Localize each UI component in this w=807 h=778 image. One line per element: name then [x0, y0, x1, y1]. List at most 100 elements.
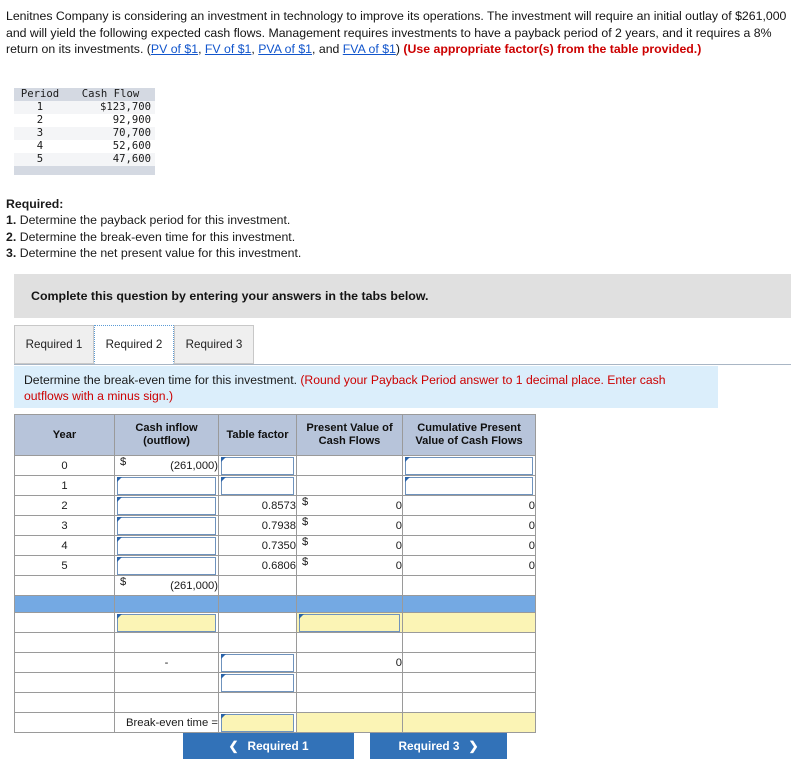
next-required-label: Required 3 [398, 739, 460, 753]
extra-row-factor-cell [218, 672, 297, 693]
grid-pv-1-cell [296, 475, 403, 496]
grid-year-2: 2 [14, 495, 115, 516]
intro-sep3: , and [312, 42, 343, 57]
intro-sep1: , [198, 42, 205, 57]
grid-pv-5: $ 0 [296, 555, 403, 576]
fv-of-1-link[interactable]: FV of $1 [205, 42, 251, 56]
table-row: 1 $123,700 [14, 101, 155, 114]
table-row: 4 0.7350 $ 0 0 [14, 535, 536, 556]
grid-cash-2-cell [114, 495, 219, 516]
grid-total-dollar: $ [120, 576, 127, 588]
extra-row-cum-cell [402, 672, 536, 693]
pv-of-1-link[interactable]: PV of $1 [151, 42, 198, 56]
pva-of-1-link[interactable]: PVA of $1 [258, 42, 312, 56]
grid-cum-1-cell [402, 475, 536, 496]
required-heading: Required: [6, 197, 64, 211]
grid-total-cum-cell [402, 575, 536, 596]
yellow-row-cum-cell [402, 612, 536, 633]
cash-flow-period: 3 [36, 127, 44, 139]
grid-cash-3-input[interactable] [117, 516, 216, 535]
tab-required-1[interactable]: Required 1 [14, 325, 94, 364]
spacer-cell [114, 692, 219, 713]
tab-strip: Required 1 Required 2 Required 3 [14, 325, 791, 365]
yellow-row-cash-cell [114, 612, 219, 633]
grid-factor-2: 0.8573 [218, 495, 297, 516]
required-item-3-text: Determine the net present value for this… [19, 246, 302, 261]
previous-required-button[interactable]: ❮ Required 1 [183, 733, 354, 759]
tab-required-3[interactable]: Required 3 [174, 325, 254, 364]
required-item-3: 3. Determine the net present value for t… [6, 245, 506, 261]
grid-factor-0-input[interactable] [221, 456, 294, 475]
grid-body: 0 $ (261,000) 1 2 0.8573 $ 0 0 3 0.7938 … [14, 455, 536, 733]
grid-pv-5-dollar: $ [302, 556, 309, 568]
grid-header-cash-line2: (outflow) [143, 435, 190, 447]
grid-pv-0-cell [296, 455, 403, 476]
required-item-2: 2. Determine the break-even time for thi… [6, 229, 506, 245]
previous-required-label: Required 1 [247, 739, 309, 753]
grid-header-cash-line1: Cash inflow [135, 422, 198, 434]
required-item-1-text: Determine the payback period for this in… [19, 213, 291, 228]
grid-cum-0-input[interactable] [405, 456, 533, 475]
grid-header-cum-line2: Value of Cash Flows [415, 435, 523, 447]
break-even-year-cell [14, 712, 115, 733]
grid-header-cum-line1: Cumulative Present [417, 422, 521, 434]
tab-required-3-label: Required 3 [185, 338, 243, 351]
grid-total-year-cell [14, 575, 115, 596]
dash-row-label: - [114, 652, 219, 673]
grid-header-table-factor: Table factor [218, 414, 297, 456]
cash-flow-table: Period Cash Flow 1 $123,700 2 92,900 3 7… [14, 88, 155, 175]
break-even-time-input[interactable] [221, 713, 294, 732]
extra-row-factor-input[interactable] [221, 673, 294, 692]
grid-header-year: Year [14, 414, 115, 456]
fva-of-1-link[interactable]: FVA of $1 [343, 42, 396, 56]
break-even-label: Break-even time = [114, 712, 219, 733]
problem-statement: Lenitnes Company is considering an inves… [6, 8, 801, 58]
table-row: 2 92,900 [14, 114, 155, 127]
separator-cell [14, 595, 115, 613]
next-required-button[interactable]: Required 3 ❯ [370, 733, 507, 759]
cash-flow-period: 4 [36, 140, 44, 152]
dash-row-factor-input[interactable] [221, 653, 294, 672]
table-row: 5 0.6806 $ 0 0 [14, 555, 536, 576]
grid-cash-3-cell [114, 515, 219, 536]
spacer-cell [296, 632, 403, 653]
grid-cash-5-cell [114, 555, 219, 576]
grid-break-even-row: Break-even time = [14, 712, 536, 733]
grid-cash-2-input[interactable] [117, 496, 216, 515]
grid-year-3: 3 [14, 515, 115, 536]
grid-pv-2: $ 0 [296, 495, 403, 516]
extra-row-year-cell [14, 672, 115, 693]
grid-factor-1-input[interactable] [221, 476, 294, 495]
grid-factor-0-cell [218, 455, 297, 476]
yellow-cash-input[interactable] [117, 613, 216, 632]
grid-yellow-input-row [14, 612, 536, 633]
grid-cash-4-cell [114, 535, 219, 556]
separator-cell [114, 595, 219, 613]
grid-cum-2: 0 [402, 495, 536, 516]
yellow-pv-input[interactable] [299, 613, 400, 632]
tab-required-2[interactable]: Required 2 [94, 325, 174, 364]
grid-header-cumulative-present-value: Cumulative Present Value of Cash Flows [402, 414, 536, 456]
grid-year-1: 1 [14, 475, 115, 496]
cash-flow-value: 70,700 [112, 127, 151, 139]
grid-total-factor-cell [218, 575, 297, 596]
cash-flow-header-cashflow: Cash Flow [66, 88, 155, 101]
table-row: 4 52,600 [14, 140, 155, 153]
grid-total-value: (261,000) [170, 579, 218, 592]
table-row: 3 0.7938 $ 0 0 [14, 515, 536, 536]
cash-flow-value: 52,600 [112, 140, 151, 152]
separator-cell [296, 595, 403, 613]
dash-row-cum-cell [402, 652, 536, 673]
cash-flow-footer-cell [14, 166, 66, 175]
dash-row-factor-cell [218, 652, 297, 673]
grid-cash-1-input[interactable] [117, 476, 216, 495]
cash-flow-value: $123,700 [99, 101, 151, 113]
table-row: 2 0.8573 $ 0 0 [14, 495, 536, 516]
grid-pv-3-dollar: $ [302, 516, 309, 528]
grid-cum-4: 0 [402, 535, 536, 556]
grid-cash-5-input[interactable] [117, 556, 216, 575]
grid-cum-1-input[interactable] [405, 476, 533, 495]
grid-cash-0: $ (261,000) [114, 455, 219, 476]
tab-required-1-label: Required 1 [25, 338, 83, 351]
grid-cash-4-input[interactable] [117, 536, 216, 555]
